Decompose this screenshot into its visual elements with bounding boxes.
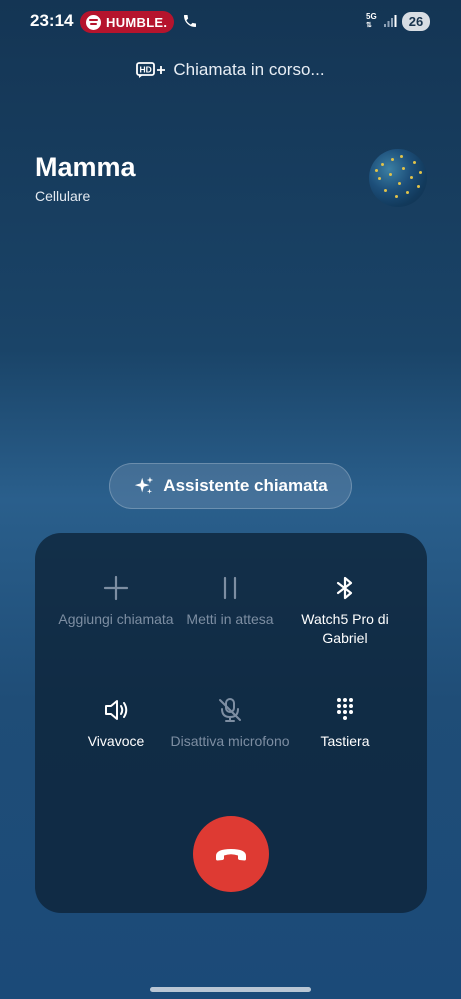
speaker-icon (105, 700, 128, 720)
call-status: HD Chiamata in corso... (0, 60, 461, 80)
bluetooth-button[interactable]: Watch5 Pro di Gabriel (280, 574, 410, 648)
battery-indicator: 26 (402, 12, 430, 31)
keypad-label: Tastiera (320, 733, 370, 749)
media-chip-label: HUMBLE. (106, 14, 168, 30)
hold-button[interactable]: Metti in attesa (165, 574, 295, 629)
spotify-icon (86, 14, 101, 30)
hd-plus-icon: HD (136, 62, 166, 78)
network-type: 5G ⇅ (366, 12, 377, 30)
mute-label: Disattiva microfono (170, 733, 290, 749)
status-time: 23:14 (30, 11, 74, 30)
speaker-button[interactable]: Vivavoce (51, 696, 181, 751)
call-status-text: Chiamata in corso... (173, 60, 325, 79)
contact-avatar (369, 149, 427, 207)
plus-icon (103, 575, 129, 601)
contact-name: Mamma (35, 152, 136, 182)
call-assistant-button[interactable]: Assistente chiamata (109, 463, 352, 509)
end-call-icon (216, 849, 246, 861)
phone-call-icon (184, 15, 196, 27)
signal-icon (384, 15, 397, 27)
media-chip[interactable]: HUMBLE. (80, 11, 174, 33)
microphone-off-icon (219, 698, 241, 722)
add-call-label: Aggiungi chiamata (58, 611, 174, 627)
sparkle-icon (135, 476, 154, 494)
mute-button[interactable]: Disattiva microfono (165, 696, 295, 751)
keypad-button[interactable]: Tastiera (280, 696, 410, 751)
pause-icon (223, 576, 237, 600)
speaker-label: Vivavoce (87, 733, 145, 749)
contact-type: Cellulare (35, 188, 91, 204)
add-call-button[interactable]: Aggiungi chiamata (51, 574, 181, 629)
keypad-icon (337, 698, 353, 720)
bluetooth-icon (336, 576, 353, 600)
call-assistant-label: Assistente chiamata (163, 476, 328, 495)
home-indicator[interactable] (150, 987, 311, 992)
hold-label: Metti in attesa (186, 611, 274, 627)
bluetooth-label: Watch5 Pro di Gabriel (301, 611, 389, 646)
status-bar: 23:14 HUMBLE. 5G ⇅ 26 (0, 0, 461, 44)
svg-text:HD: HD (140, 65, 152, 75)
end-call-button[interactable] (193, 816, 269, 892)
